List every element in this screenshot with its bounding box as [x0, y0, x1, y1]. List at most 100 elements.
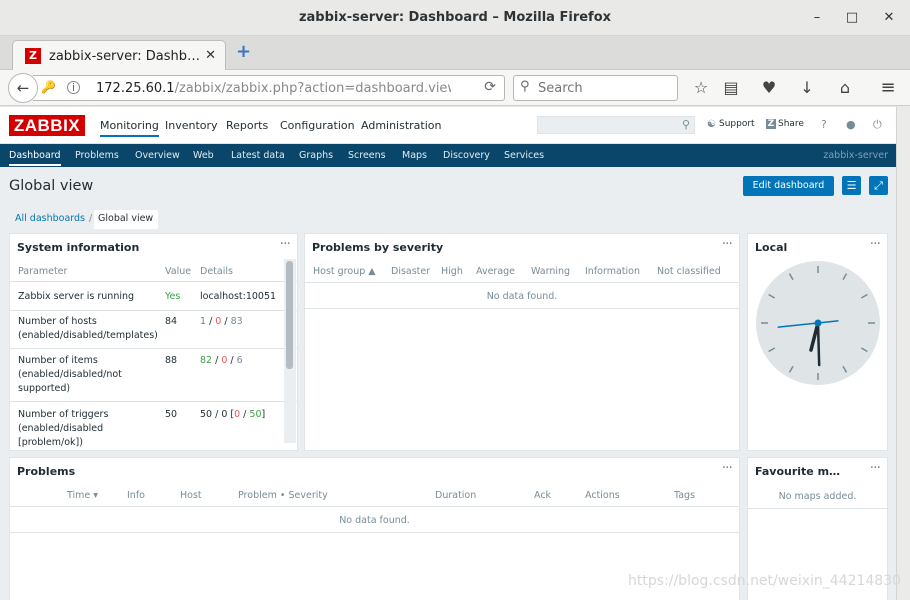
param-value: 84: [165, 316, 178, 327]
param-name: Zabbix server is running: [18, 291, 135, 302]
widget-menu-icon[interactable]: ···: [280, 236, 291, 252]
param-name: Number of hosts: [18, 316, 97, 327]
widget-title: System information: [17, 241, 140, 254]
hamburger-menu-icon[interactable]: ≡: [875, 75, 901, 101]
widget-menu-icon[interactable]: ···: [870, 460, 881, 476]
param-value: 50: [165, 409, 178, 420]
downloads-icon[interactable]: ↓: [794, 75, 820, 101]
breadcrumb-all-dashboards[interactable]: All dashboards: [15, 213, 85, 224]
analog-clock: [756, 261, 880, 385]
param-name: (enabled/disabled/not: [18, 369, 122, 380]
widget-title: Problems by severity: [312, 241, 444, 254]
param-name: (enabled/disabled/templates): [18, 330, 158, 341]
page-title: Global view: [9, 178, 94, 194]
sub-navigation: Dashboard Problems Overview Web Latest d…: [0, 144, 896, 167]
column-header: Disaster: [391, 266, 431, 277]
param-value: 88: [165, 355, 178, 366]
close-window-icon[interactable]: ✕: [879, 8, 899, 28]
param-name: (enabled/disabled: [18, 423, 104, 434]
breadcrumb-separator: /: [89, 213, 93, 224]
menu-reports[interactable]: Reports: [226, 119, 268, 132]
param-name: [problem/ok]): [18, 437, 83, 448]
widget-menu-icon[interactable]: ···: [870, 236, 881, 252]
share-icon: Z: [766, 119, 776, 129]
submenu-screens[interactable]: Screens: [348, 150, 386, 161]
column-header: Ack: [534, 490, 552, 501]
submenu-overview[interactable]: Overview: [135, 150, 180, 161]
back-icon[interactable]: ←: [8, 73, 38, 103]
column-header: Tags: [674, 490, 696, 501]
widget-title: Favourite m…: [755, 465, 841, 478]
divider: [10, 281, 297, 282]
help-icon[interactable]: ?: [821, 118, 827, 131]
zabbix-logo[interactable]: ZABBIX: [9, 115, 85, 136]
widget-scrollbar[interactable]: [284, 259, 296, 443]
menu-monitoring[interactable]: Monitoring: [100, 119, 159, 137]
column-header: Actions: [585, 490, 620, 501]
zabbix-favicon-icon: Z: [25, 48, 41, 64]
global-search-input[interactable]: ⚲: [537, 116, 695, 134]
divider: [305, 308, 739, 309]
no-data-message: No data found.: [339, 515, 410, 526]
sign-out-icon[interactable]: ⏻: [873, 118, 882, 132]
column-header: Average: [476, 266, 516, 277]
window-title: zabbix-server: Dashboard – Mozilla Firef…: [298, 10, 612, 25]
share-link[interactable]: Share: [778, 119, 804, 129]
widget-menu-icon[interactable]: ···: [722, 236, 733, 252]
submenu-web[interactable]: Web: [193, 150, 214, 161]
bookmark-star-icon[interactable]: ☆: [688, 75, 714, 101]
key-icon[interactable]: 🔑: [41, 80, 56, 94]
page-scrollbar[interactable]: [896, 107, 910, 600]
url-text[interactable]: 172.25.60.1/zabbix/zabbix.php?action=das…: [96, 81, 451, 96]
param-details: 82 / 0 / 6: [200, 355, 243, 366]
no-data-message: No data found.: [486, 291, 558, 302]
search-bar[interactable]: ⚲: [513, 75, 678, 101]
param-details: 50 / 0 [0 / 50]: [200, 409, 266, 420]
column-header: Warning: [531, 266, 571, 277]
reload-icon[interactable]: ⟳: [484, 79, 496, 95]
param-name: Number of triggers: [18, 409, 109, 420]
divider: [10, 506, 739, 507]
submenu-maps[interactable]: Maps: [402, 150, 427, 161]
submenu-dashboard[interactable]: Dashboard: [9, 150, 61, 166]
home-icon[interactable]: ⌂: [832, 75, 858, 101]
pocket-icon[interactable]: ♥: [756, 75, 782, 101]
widget-menu-icon[interactable]: ···: [722, 460, 733, 476]
tab-title: zabbix-server: Dashb…: [49, 49, 200, 64]
minimize-icon[interactable]: –: [807, 8, 827, 28]
submenu-discovery[interactable]: Discovery: [443, 150, 490, 161]
submenu-graphs[interactable]: Graphs: [299, 150, 333, 161]
widget-title: Local: [755, 241, 788, 254]
info-icon[interactable]: i: [67, 81, 80, 94]
column-header-time[interactable]: Time ▾: [67, 490, 98, 501]
column-header: Duration: [435, 490, 477, 501]
dashboard-actions-menu-icon[interactable]: ☰: [842, 176, 861, 195]
edit-dashboard-button[interactable]: Edit dashboard: [743, 176, 834, 196]
column-header-host-group[interactable]: Host group ▲: [313, 266, 376, 277]
menu-inventory[interactable]: Inventory: [165, 119, 218, 132]
column-header[interactable]: Problem • Severity: [238, 490, 328, 501]
new-tab-icon[interactable]: +: [236, 41, 251, 62]
reading-list-icon[interactable]: ▤: [718, 75, 744, 101]
url-bar[interactable]: 🔑 i 172.25.60.1/zabbix/zabbix.php?action…: [33, 75, 505, 101]
divider: [305, 282, 739, 283]
menu-configuration[interactable]: Configuration: [280, 119, 355, 132]
browser-tab[interactable]: Z zabbix-server: Dashb… ✕: [12, 40, 226, 71]
submenu-services[interactable]: Services: [504, 150, 544, 161]
submenu-problems[interactable]: Problems: [75, 150, 119, 161]
maximize-icon[interactable]: □: [842, 8, 862, 28]
param-name: supported): [18, 383, 71, 394]
close-tab-icon[interactable]: ✕: [205, 48, 216, 63]
search-input[interactable]: [538, 79, 673, 97]
search-icon[interactable]: ⚲: [682, 118, 690, 131]
menu-administration[interactable]: Administration: [361, 119, 442, 132]
param-name: Number of items: [18, 355, 98, 366]
fullscreen-icon[interactable]: ⤢: [869, 176, 888, 195]
support-link[interactable]: Support: [719, 119, 755, 129]
scrollbar-thumb[interactable]: [286, 261, 293, 369]
column-header: Parameter: [18, 266, 68, 277]
user-profile-icon[interactable]: ●: [846, 118, 856, 131]
clock-widget: Local ···: [747, 233, 888, 451]
watermark-text: https://blog.csdn.net/weixin_44214830: [628, 573, 902, 589]
submenu-latest-data[interactable]: Latest data: [231, 150, 285, 161]
